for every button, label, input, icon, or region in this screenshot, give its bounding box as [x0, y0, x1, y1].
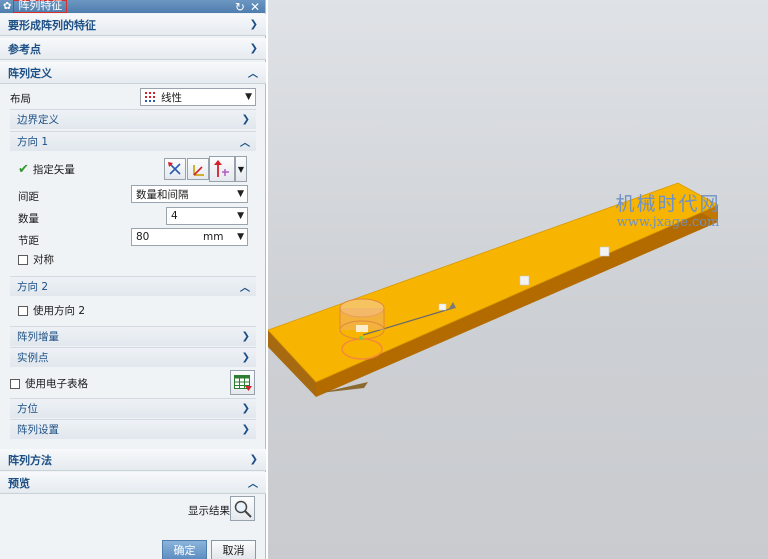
dialog-title-bar: ✿ 阵列特征 ↻ ✕: [0, 0, 265, 13]
reverse-direction-icon: [168, 162, 181, 175]
pattern-feature-dialog: ✿ 阵列特征 ↻ ✕ 要形成阵列的特征 ❯ 参考点 ❯ 阵列定义 ︿ 布局 线性…: [0, 0, 266, 559]
subsection-orientation[interactable]: 方位 ❯: [10, 398, 256, 418]
chevron-up-icon: ︿: [240, 283, 250, 294]
chevron-down-icon: ❯: [249, 454, 258, 465]
subsection-increment[interactable]: 阵列增量 ❯: [10, 326, 256, 346]
spacing-label: 间距: [18, 191, 39, 203]
orientation-label: 方位: [17, 403, 38, 415]
linear-pattern-icon: [145, 91, 155, 102]
instance-point-1: [438, 303, 447, 311]
chevron-down-icon: ❯: [241, 424, 250, 435]
use-direction2-label: 使用方向 2: [33, 305, 86, 317]
dialog-title: 阵列特征: [13, 0, 68, 13]
count-input[interactable]: 4 ▼: [166, 207, 248, 225]
section-features-label: 要形成阵列的特征: [8, 18, 96, 32]
dropdown-arrow-icon: ▼: [237, 164, 245, 174]
checkbox-box[interactable]: [10, 378, 20, 389]
magnifier-icon: [234, 500, 252, 518]
vector-dialog-button[interactable]: [187, 158, 209, 180]
increment-label: 阵列增量: [17, 331, 59, 343]
reverse-direction-button[interactable]: [164, 158, 186, 180]
use-spreadsheet-checkbox[interactable]: 使用电子表格: [10, 376, 88, 391]
cancel-button[interactable]: 取消: [211, 540, 256, 559]
spreadsheet-button[interactable]: [230, 370, 255, 395]
section-reference[interactable]: 参考点 ❯: [0, 38, 266, 60]
chevron-down-icon: ❯: [241, 114, 250, 125]
subsection-settings[interactable]: 阵列设置 ❯: [10, 419, 256, 439]
chevron-up-icon: ︿: [240, 138, 250, 149]
vector-arrow-icon: [214, 160, 229, 177]
section-method[interactable]: 阵列方法 ❯: [0, 449, 266, 471]
ok-button[interactable]: 确定: [162, 540, 207, 559]
checkmark-icon: ✔: [18, 162, 29, 177]
chevron-down-icon: ❯: [241, 352, 250, 363]
settings-label: 阵列设置: [17, 424, 59, 436]
direction2-title: 方向 2: [17, 281, 49, 293]
spacing-value: 数量和间隔: [136, 188, 189, 201]
subsection-instance[interactable]: 实例点 ❯: [10, 347, 256, 367]
watermark-en: www.jxage.com: [616, 215, 720, 230]
use-spreadsheet-label: 使用电子表格: [25, 378, 88, 390]
show-result-label: 显示结果: [188, 505, 230, 517]
instance-point-3: [599, 246, 610, 257]
layout-label: 布局: [10, 93, 31, 105]
use-direction2-checkbox[interactable]: 使用方向 2: [18, 303, 85, 318]
layout-dropdown[interactable]: 线性 ▼: [140, 88, 256, 106]
dropdown-arrow-icon: ▼: [245, 92, 252, 102]
dialog-gear-icon: ✿: [3, 1, 12, 12]
chevron-down-icon: ❯: [241, 331, 250, 342]
dropdown-arrow-icon: ▼: [237, 211, 244, 221]
subsection-direction2[interactable]: 方向 2 ︿: [10, 276, 256, 296]
layout-value: 线性: [161, 91, 182, 104]
section-reference-label: 参考点: [8, 42, 41, 56]
chevron-down-icon: ❯: [249, 19, 258, 30]
direction1-title: 方向 1: [17, 136, 49, 148]
watermark-cn: 机械时代网: [615, 193, 721, 215]
pitch-input[interactable]: 80 mm ▼: [131, 228, 248, 246]
show-result-button[interactable]: [230, 496, 255, 521]
section-definition-label: 阵列定义: [8, 66, 52, 80]
symmetric-checkbox[interactable]: 对称: [18, 252, 54, 267]
spreadsheet-icon: [233, 374, 252, 391]
chevron-up-icon: ︿: [248, 479, 258, 490]
chevron-down-icon: ❯: [249, 43, 258, 54]
specify-vector-label: 指定矢量: [32, 164, 75, 176]
pitch-label: 节距: [18, 235, 39, 247]
subsection-direction1[interactable]: 方向 1 ︿: [10, 131, 256, 151]
section-method-label: 阵列方法: [8, 453, 52, 467]
spacing-dropdown[interactable]: 数量和间隔 ▼: [131, 185, 248, 203]
part-model: [268, 182, 719, 397]
graphics-viewport[interactable]: 机械时代网 www.jxage.com: [268, 0, 768, 559]
section-preview-label: 预览: [8, 476, 30, 490]
vector-type-dropdown[interactable]: ▼: [235, 156, 247, 182]
symmetric-label: 对称: [33, 254, 54, 266]
dropdown-arrow-icon: ▼: [237, 189, 244, 199]
watermark: 机械时代网 www.jxage.com: [603, 193, 733, 230]
pitch-unit: mm: [203, 231, 224, 243]
specify-vector-row: ✔ 指定矢量: [18, 162, 75, 177]
reset-icon[interactable]: ↻: [235, 1, 245, 13]
section-definition[interactable]: 阵列定义 ︿: [0, 62, 266, 84]
vector-type-button[interactable]: [209, 156, 235, 182]
subsection-boundary[interactable]: 边界定义 ❯: [10, 109, 256, 129]
checkbox-box[interactable]: [18, 254, 28, 265]
section-preview[interactable]: 预览 ︿: [0, 472, 266, 494]
checkbox-box[interactable]: [18, 305, 28, 316]
instance-point-2: [519, 275, 530, 286]
boundary-label: 边界定义: [17, 114, 59, 126]
section-features[interactable]: 要形成阵列的特征 ❯: [0, 14, 266, 36]
instance-label: 实例点: [17, 352, 49, 364]
vector-constructor-icon: [193, 165, 204, 176]
dropdown-arrow-icon: ▼: [237, 232, 244, 242]
close-icon[interactable]: ✕: [250, 1, 260, 13]
count-value: 4: [171, 210, 178, 222]
count-label: 数量: [18, 213, 39, 225]
pitch-value: 80: [136, 231, 150, 243]
chevron-down-icon: ❯: [241, 403, 250, 414]
chevron-up-icon: ︿: [248, 69, 258, 80]
